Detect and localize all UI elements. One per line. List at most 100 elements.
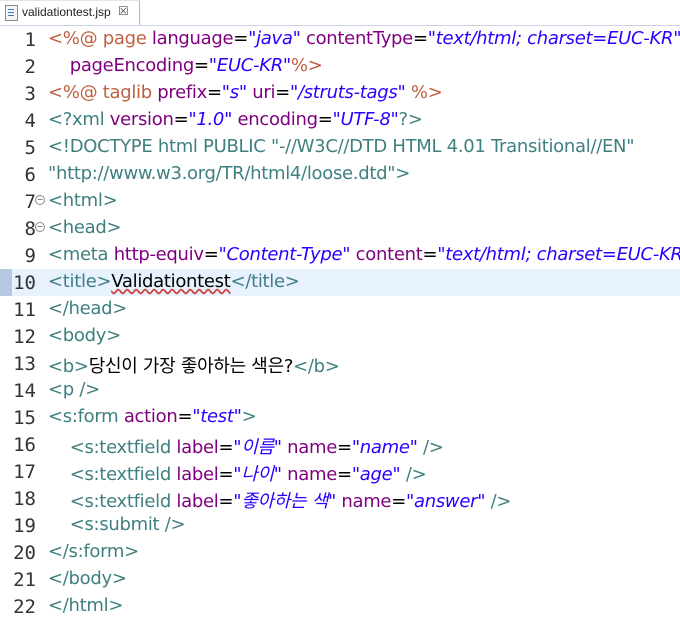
code-line[interactable]: 4 <?xml version="1.0" encoding="UTF-8"?> <box>0 107 680 134</box>
token-plain: = <box>203 244 219 265</box>
code-text[interactable]: <s:textfield label="좋아하는 색" name="answer… <box>48 487 512 513</box>
code-text[interactable]: </body> <box>48 568 127 589</box>
token-tag: <title> <box>48 271 112 292</box>
token-val: "좋아하는 색" <box>233 491 336 512</box>
line-number: 4 <box>24 110 36 132</box>
fold-collapse-icon[interactable]: − <box>35 195 45 205</box>
token-val: "java" <box>248 28 301 49</box>
code-text[interactable]: <?xml version="1.0" encoding="UTF-8"?> <box>48 109 423 130</box>
token-tag: <meta <box>48 244 114 265</box>
token-tag: /> <box>405 464 427 485</box>
close-icon[interactable]: ☒ <box>118 4 129 18</box>
code-text[interactable]: <s:submit /> <box>48 514 186 535</box>
token-attr: prefix <box>157 82 207 103</box>
code-line[interactable]: 15 <s:form action="test"> <box>0 404 680 431</box>
line-number: 13 <box>13 353 36 375</box>
token-tag: /> <box>490 491 512 512</box>
token-tag: </title> <box>230 271 300 292</box>
line-number: 17 <box>13 461 36 483</box>
code-text[interactable]: "http://www.w3.org/TR/html4/loose.dtd"> <box>48 163 410 184</box>
token-tag: </b> <box>293 356 340 377</box>
line-number: 7 <box>24 191 36 213</box>
code-text[interactable]: <html> <box>48 190 118 211</box>
token-tag: </html> <box>48 595 124 616</box>
line-number: 3 <box>24 83 36 105</box>
code-text[interactable]: <s:form action="test"> <box>48 406 257 427</box>
code-line[interactable]: 13 <b>당신이 가장 좋아하는 색은?</b> <box>0 350 680 377</box>
code-text[interactable]: pageEncoding="EUC-KR"%> <box>48 55 323 76</box>
token-dir: %> <box>290 55 323 76</box>
token-tag: <s:textfield <box>69 437 177 458</box>
token-tag: /> <box>423 437 444 458</box>
code-line[interactable]: 16 <s:textfield label="이름" name="name" /… <box>0 431 680 458</box>
code-line[interactable]: 19 <s:submit /> <box>0 512 680 539</box>
code-text[interactable]: <s:textfield label="나이" name="age" /> <box>48 460 427 486</box>
code-editor[interactable]: 1 <%@ page language="java" contentType="t… <box>0 26 680 618</box>
token-val: "/struts-tags" <box>289 82 406 103</box>
token-val: "s" <box>221 82 247 103</box>
token-plain: = <box>218 464 234 485</box>
code-text[interactable]: <%@ taglib prefix="s" uri="/struts-tags"… <box>48 82 443 103</box>
token-plain: = <box>233 28 249 49</box>
token-attr: encoding <box>237 109 318 130</box>
line-number: 21 <box>13 569 36 591</box>
token-tag: <?xml <box>48 109 110 130</box>
code-text[interactable]: <title>Validationtest</title> <box>48 271 300 292</box>
code-text[interactable]: <b>당신이 가장 좋아하는 색은?</b> <box>48 352 340 378</box>
code-text[interactable]: <meta http-equiv="Content-Type" content=… <box>48 244 680 265</box>
token-tag: <s:form <box>48 406 124 427</box>
token-attr: version <box>109 109 174 130</box>
token-attr: label <box>176 491 219 512</box>
token-val: "나이" <box>233 464 282 485</box>
code-line[interactable]: 17 <s:textfield label="나이" name="age" /> <box>0 458 680 485</box>
token-plain: = <box>422 244 438 265</box>
code-text[interactable]: <!DOCTYPE html PUBLIC "-//W3C//DTD HTML … <box>48 136 634 157</box>
token-doc: "http://www.w3.org/TR/html4/loose.dtd"> <box>48 163 410 184</box>
code-text[interactable]: <head> <box>48 217 122 238</box>
code-text[interactable]: <%@ page language="java" contentType="te… <box>48 28 680 49</box>
code-line[interactable]: 12 <body> <box>0 323 680 350</box>
code-text[interactable]: </head> <box>48 298 127 319</box>
line-number: 8 <box>24 218 36 240</box>
line-number: 16 <box>13 434 36 456</box>
code-text[interactable]: <body> <box>48 325 121 346</box>
code-line[interactable]: 7− <html> <box>0 188 680 215</box>
code-line[interactable]: 9 <meta http-equiv="Content-Type" content… <box>0 242 680 269</box>
line-number: 5 <box>24 137 36 159</box>
code-line[interactable]: 21 </body> <box>0 566 680 593</box>
line-number: 20 <box>13 542 36 564</box>
code-line[interactable]: 20 </s:form> <box>0 539 680 566</box>
line-number: 18 <box>13 488 36 510</box>
code-line[interactable]: 5 <!DOCTYPE html PUBLIC "-//W3C//DTD HTML… <box>0 134 680 161</box>
token-tag: <s:submit /> <box>69 514 186 535</box>
token-tag: <s:textfield <box>69 464 177 485</box>
editor-tab[interactable]: validationtest.jsp ☒ <box>0 0 140 25</box>
code-text[interactable]: <p /> <box>48 379 100 400</box>
token-val: "text/html; charset=EUC-KR" <box>437 244 680 265</box>
code-line[interactable]: 8− <head> <box>0 215 680 242</box>
code-line[interactable]: 11 </head> <box>0 296 680 323</box>
token-plain: = <box>275 82 290 103</box>
code-line[interactable]: 6 "http://www.w3.org/TR/html4/loose.dtd"> <box>0 161 680 188</box>
code-text[interactable]: </html> <box>48 595 123 616</box>
line-number: 9 <box>24 245 36 267</box>
token-dir: <%@ page <box>48 28 152 49</box>
token-plain: = <box>317 109 333 130</box>
code-line[interactable]: 10 <title>Validationtest</title> <box>0 269 680 296</box>
code-text[interactable]: <s:textfield label="이름" name="name" /> <box>48 433 444 459</box>
line-number: 1 <box>24 29 36 51</box>
code-line[interactable]: 1 <%@ page language="java" contentType="t… <box>0 26 680 53</box>
fold-collapse-icon[interactable]: − <box>35 222 45 232</box>
code-line[interactable]: 14 <p /> <box>0 377 680 404</box>
token-tag: </head> <box>48 298 128 319</box>
code-line[interactable]: 3 <%@ taglib prefix="s" uri="/struts-tags… <box>0 80 680 107</box>
line-number: 6 <box>24 164 36 186</box>
code-text[interactable]: </s:form> <box>48 541 139 562</box>
code-line[interactable]: 2 pageEncoding="EUC-KR"%> <box>0 53 680 80</box>
token-err: Validationtest <box>111 271 231 292</box>
line-number: 10 <box>13 272 36 294</box>
token-val: "name" <box>351 437 418 458</box>
code-line[interactable]: 18 <s:textfield label="좋아하는 색" name="ans… <box>0 485 680 512</box>
token-tag: ?> <box>398 109 423 130</box>
